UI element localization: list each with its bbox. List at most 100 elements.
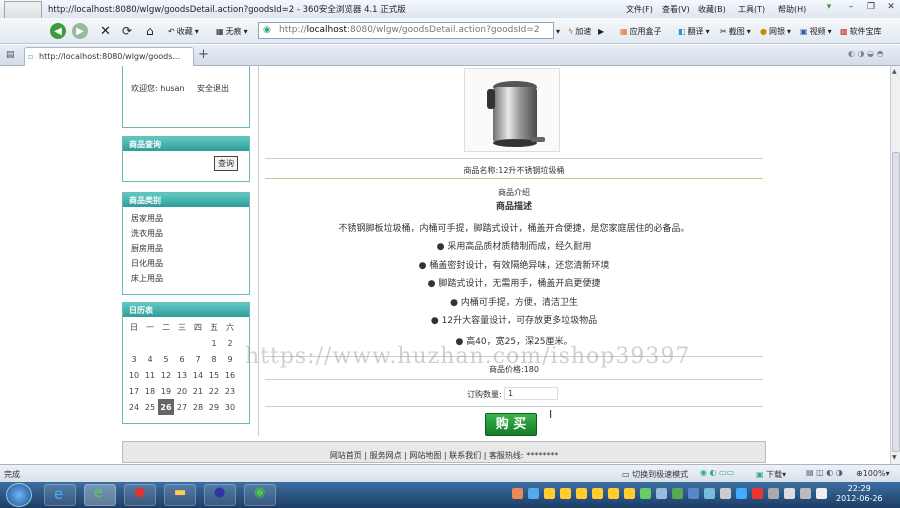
tray-icon[interactable] [768, 488, 779, 499]
menu-help[interactable]: 帮助(H) [778, 4, 806, 15]
scroll-up-icon[interactable]: ▲ [892, 68, 897, 75]
tray-icon[interactable] [592, 488, 603, 499]
favorites-button[interactable]: ↶ 收藏 ▾ [168, 22, 199, 40]
menu-tools[interactable]: 工具(T) [738, 4, 765, 15]
tray-icon[interactable] [704, 488, 715, 499]
tab-controls-icon[interactable]: ◐ ◑ ◒ ◓ [848, 49, 884, 58]
software-button[interactable]: ▩ 软件宝库 [840, 22, 882, 40]
address-dropdown[interactable]: ▾ [556, 22, 560, 40]
calendar-day[interactable]: 12 [158, 367, 174, 383]
untraced-button[interactable]: ▦ 无痕 ▾ [216, 22, 248, 40]
close-button[interactable]: ✕ [884, 2, 898, 14]
scrollbar-thumb[interactable] [892, 152, 900, 452]
search-input[interactable] [129, 157, 213, 171]
tray-icon[interactable] [560, 488, 571, 499]
apps-button[interactable]: ▦ 应用盒子 [620, 22, 662, 40]
vertical-scrollbar[interactable]: ▲ ▼ [890, 66, 900, 464]
quantity-input[interactable]: 1 [504, 387, 558, 400]
tray-icon[interactable] [784, 488, 795, 499]
stop-button[interactable]: ✕ [100, 22, 111, 40]
scroll-down-icon[interactable]: ▼ [892, 454, 897, 461]
explorer-taskbar-icon[interactable]: ▬ [164, 484, 196, 506]
skin-icon[interactable]: ▾ [822, 2, 836, 14]
tray-icon[interactable] [720, 488, 731, 499]
taskbar-clock[interactable]: 22:29 2012-06-26 [836, 484, 883, 504]
refresh-button[interactable]: ⟳ [122, 22, 132, 40]
home-button[interactable]: ⌂ [146, 22, 154, 40]
category-item-home[interactable]: 居家用品 [123, 211, 249, 226]
calendar-day[interactable]: 18 [142, 383, 158, 399]
category-item-kitchen[interactable]: 厨房用品 [123, 241, 249, 256]
app-taskbar-icon[interactable]: ● [124, 484, 156, 506]
tray-icon[interactable] [752, 488, 763, 499]
tab-current[interactable]: ▫ http://localhost:8080/wlgw/goods... [24, 47, 194, 66]
tray-icon[interactable] [672, 488, 683, 499]
category-item-daily-chemical[interactable]: 日化用品 [123, 256, 249, 271]
netbank-button[interactable]: ● 网银 ▾ [760, 22, 791, 40]
zoom-control[interactable]: ⊕100%▾ [856, 469, 890, 478]
buy-button[interactable]: 购 买 [485, 413, 537, 436]
calendar-day[interactable]: 1 [206, 335, 222, 351]
browser-360-taskbar-icon[interactable]: e [84, 484, 116, 506]
eclipse-taskbar-icon[interactable]: ● [204, 484, 236, 506]
calendar-day[interactable]: 22 [206, 383, 222, 399]
calendar-day[interactable]: 8 [206, 351, 222, 367]
calendar-day[interactable]: 14 [190, 367, 206, 383]
footer-link-contact[interactable]: 联系我们 [449, 451, 481, 460]
calendar-day[interactable]: 2 [222, 335, 238, 351]
address-bar[interactable]: ◉ http://localhost:8080/wlgw/goodsDetail… [258, 22, 554, 39]
back-button[interactable]: ◀ [50, 22, 66, 40]
menu-view[interactable]: 查看(V) [662, 4, 690, 15]
download-button[interactable]: ▣ 下载▾ [756, 469, 786, 480]
ie-taskbar-icon[interactable]: e [44, 484, 76, 506]
calendar-day[interactable]: 10 [126, 367, 142, 383]
volume-icon[interactable] [816, 488, 827, 499]
calendar-day[interactable]: 13 [174, 367, 190, 383]
tray-icon[interactable] [608, 488, 619, 499]
tray-icon[interactable] [528, 488, 539, 499]
calendar-day[interactable]: 24 [126, 399, 142, 415]
tray-icon[interactable] [544, 488, 555, 499]
new-tab-button[interactable]: + [198, 47, 209, 62]
tray-icon[interactable] [512, 488, 523, 499]
calendar-day[interactable]: 5 [158, 351, 174, 367]
calendar-day[interactable]: 28 [190, 399, 206, 415]
calendar-day[interactable]: 11 [142, 367, 158, 383]
chrome-taskbar-icon[interactable]: ◉ [244, 484, 276, 506]
status-tools-icons[interactable]: ▤ ◫ ◐ ◑ [806, 468, 843, 477]
calendar-day[interactable]: 19 [158, 383, 174, 399]
minimize-button[interactable]: – [844, 2, 858, 14]
video-button[interactable]: ▣ 视频 ▾ [800, 22, 832, 40]
calendar-day[interactable]: 9 [222, 351, 238, 367]
footer-link-home[interactable]: 网站首页 [330, 451, 362, 460]
calendar-day[interactable]: 27 [174, 399, 190, 415]
mode-switch[interactable]: ▭ 切换到极速模式 [622, 469, 688, 480]
tray-icon[interactable] [624, 488, 635, 499]
calendar-day[interactable]: 7 [190, 351, 206, 367]
footer-link-service[interactable]: 服务网点 [370, 451, 402, 460]
calendar-day[interactable]: 25 [142, 399, 158, 415]
screenshot-button[interactable]: ✂ 截图 ▾ [720, 22, 751, 40]
calendar-day[interactable]: 23 [222, 383, 238, 399]
tray-icon[interactable] [576, 488, 587, 499]
speedup-button[interactable]: ϟ 加速 [568, 22, 591, 40]
category-item-bedding[interactable]: 床上用品 [123, 271, 249, 286]
calendar-day[interactable]: 20 [174, 383, 190, 399]
category-item-laundry[interactable]: 洗衣用品 [123, 226, 249, 241]
calendar-day[interactable]: 4 [142, 351, 158, 367]
calendar-day[interactable]: 17 [126, 383, 142, 399]
calendar-day[interactable]: 21 [190, 383, 206, 399]
translate-button[interactable]: ◧ 翻译 ▾ [678, 22, 710, 40]
start-button[interactable] [6, 483, 32, 507]
status-icons[interactable]: ◉ ◐ ▭▭ [700, 468, 734, 477]
sidebar-toggle-icon[interactable]: ▤ [6, 50, 15, 60]
tray-icon[interactable] [800, 488, 811, 499]
calendar-day[interactable]: 16 [222, 367, 238, 383]
footer-link-sitemap[interactable]: 网站地图 [409, 451, 441, 460]
menu-file[interactable]: 文件(F) [626, 4, 653, 15]
tray-icon[interactable] [736, 488, 747, 499]
forward-button[interactable]: ▶ [72, 22, 88, 40]
calendar-day[interactable]: 3 [126, 351, 142, 367]
calendar-day[interactable]: 30 [222, 399, 238, 415]
calendar-day[interactable]: 15 [206, 367, 222, 383]
